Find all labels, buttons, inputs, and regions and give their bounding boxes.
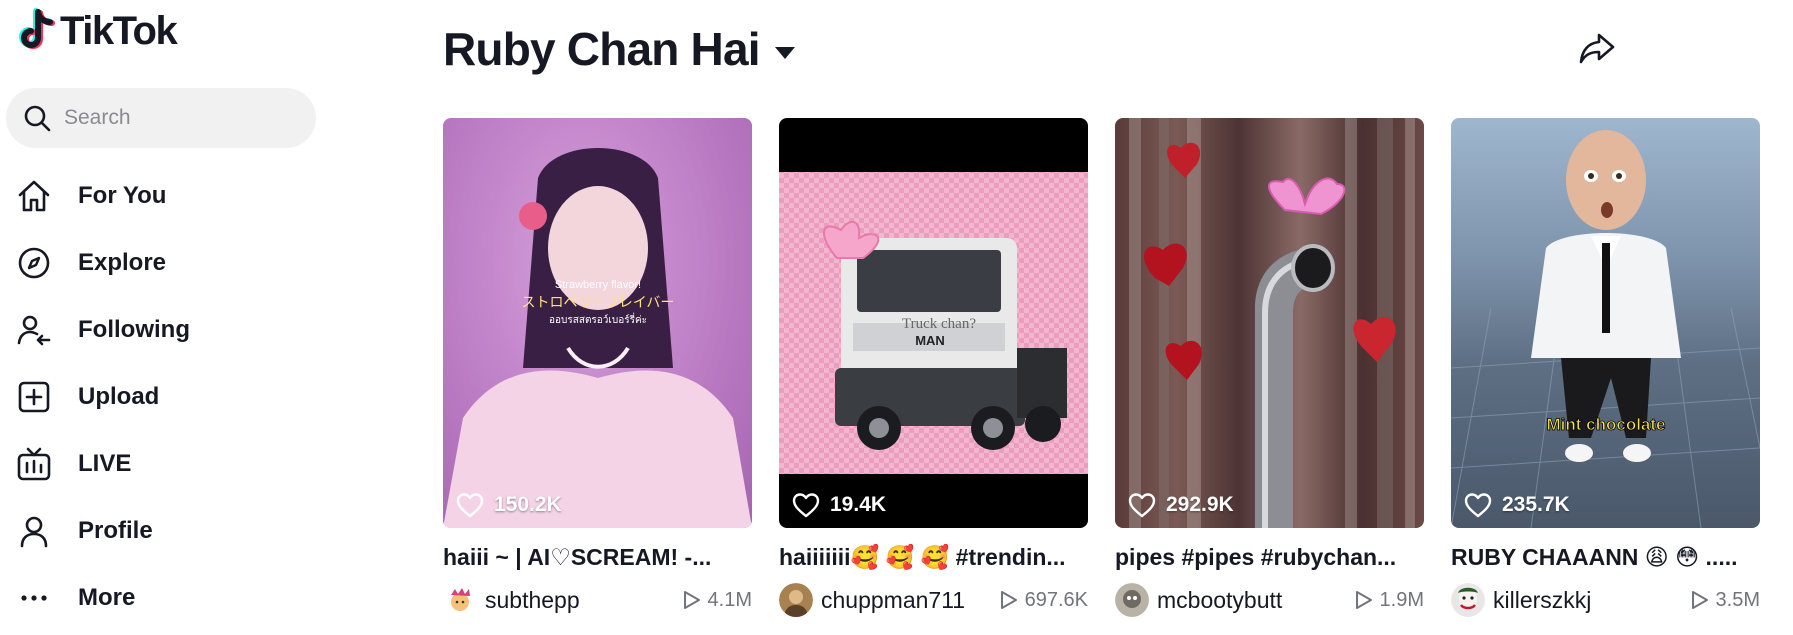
sidebar-item-more[interactable]: More bbox=[0, 564, 330, 631]
avatar bbox=[779, 583, 813, 617]
caret-down-icon bbox=[774, 47, 795, 59]
video-thumbnail[interactable]: Truck chan? MAN 19.4K bbox=[779, 118, 1088, 528]
search-bar[interactable] bbox=[6, 88, 316, 148]
heart-outline-icon bbox=[1464, 493, 1492, 518]
sidebar-item-explore[interactable]: Explore bbox=[0, 229, 330, 296]
heart-outline-icon bbox=[456, 493, 484, 518]
author-link[interactable]: mcbootybutt bbox=[1115, 583, 1282, 617]
likes-count: 19.4K bbox=[792, 492, 886, 518]
video-overlay-text: Truck chan? bbox=[902, 316, 976, 332]
sidebar-item-label: Following bbox=[78, 315, 190, 343]
search-icon bbox=[24, 105, 51, 132]
live-tv-icon bbox=[16, 446, 52, 482]
video-caption[interactable]: haiiiiiii🥰 🥰 🥰 #trendin... bbox=[779, 544, 1088, 571]
tiktok-logo[interactable]: TikTok bbox=[16, 8, 178, 54]
view-count: 1.9M bbox=[1354, 589, 1424, 612]
likes-count: 292.9K bbox=[1128, 492, 1234, 518]
play-outline-icon bbox=[1355, 591, 1372, 609]
more-dots-icon bbox=[16, 580, 52, 616]
video-caption[interactable]: haiii ~ | AI♡SCREAM! -... bbox=[443, 544, 752, 571]
home-icon bbox=[16, 178, 52, 214]
author-link[interactable]: subthepp bbox=[443, 583, 580, 617]
video-grid: Strawberry flavor! ストロベリーフレイバー ออบรสสตรอ… bbox=[443, 118, 1760, 617]
following-icon bbox=[16, 312, 52, 348]
sidebar-item-label: For You bbox=[78, 181, 167, 209]
video-meta: killerszkkj 3.5M bbox=[1451, 583, 1760, 617]
likes-count: 235.7K bbox=[1464, 492, 1570, 518]
likes-value: 292.9K bbox=[1166, 493, 1234, 516]
views-value: 4.1M bbox=[707, 588, 752, 611]
video-caption[interactable]: RUBY CHAAANN 😩 😳 ..... bbox=[1451, 544, 1760, 571]
author-name: chuppman711 bbox=[821, 586, 966, 613]
view-count: 4.1M bbox=[682, 589, 752, 612]
sidebar-item-profile[interactable]: Profile bbox=[0, 497, 330, 564]
video-thumbnail[interactable]: 292.9K bbox=[1115, 118, 1424, 528]
video-caption[interactable]: pipes #pipes #rubychan... bbox=[1115, 544, 1424, 571]
video-card[interactable]: 292.9K pipes #pipes #rubychan... mcbooty… bbox=[1115, 118, 1424, 617]
author-link[interactable]: killerszkkj bbox=[1451, 583, 1591, 617]
video-thumbnail[interactable]: Mint chocolate 235.7K bbox=[1451, 118, 1760, 528]
play-outline-icon bbox=[1691, 591, 1708, 609]
video-meta: mcbootybutt 1.9M bbox=[1115, 583, 1424, 617]
sidebar-item-label: Explore bbox=[78, 248, 167, 276]
avatar bbox=[1115, 583, 1149, 617]
sidebar: TikTok For You Explore Following bbox=[0, 0, 330, 635]
profile-icon bbox=[16, 513, 52, 549]
sidebar-item-for-you[interactable]: For You bbox=[0, 162, 330, 229]
thumbnail-image: Strawberry flavor! ストロベリーフレイバー ออบรสสตรอ… bbox=[443, 118, 752, 528]
thumbnail-image bbox=[1129, 118, 1415, 528]
video-meta: chuppman711 697.6K bbox=[779, 583, 1088, 617]
video-card[interactable]: Mint chocolate 235.7K RUBY CHAAANN 😩 😳 .… bbox=[1451, 118, 1760, 617]
tiktok-note-icon bbox=[19, 8, 55, 49]
video-overlay-text: Strawberry flavor! bbox=[555, 279, 641, 291]
heart-outline-icon bbox=[1128, 493, 1156, 518]
author-name: mcbootybutt bbox=[1157, 586, 1283, 613]
video-overlay-text: MAN bbox=[915, 333, 945, 348]
avatar bbox=[1451, 583, 1485, 617]
search-input[interactable] bbox=[64, 106, 284, 130]
views-value: 697.6K bbox=[1024, 588, 1088, 611]
sidebar-item-upload[interactable]: Upload bbox=[0, 363, 330, 430]
author-name: subthepp bbox=[485, 586, 580, 613]
views-value: 3.5M bbox=[1715, 588, 1760, 611]
page-title: Ruby Chan Hai bbox=[443, 23, 761, 75]
video-thumbnail[interactable]: Strawberry flavor! ストロベリーフレイバー ออบรสสตรอ… bbox=[443, 118, 752, 528]
avatar bbox=[443, 583, 477, 617]
play-outline-icon bbox=[1000, 591, 1017, 609]
thumbnail-image: Mint chocolate bbox=[1451, 130, 1760, 528]
video-overlay-text: ストロベリーフレイバー bbox=[522, 295, 675, 311]
sidebar-nav: For You Explore Following Upload LIVE Pr… bbox=[0, 162, 330, 631]
compass-icon bbox=[16, 245, 52, 281]
likes-value: 19.4K bbox=[830, 493, 887, 516]
video-meta: subthepp 4.1M bbox=[443, 583, 752, 617]
upload-icon bbox=[16, 379, 52, 415]
video-card[interactable]: Truck chan? MAN 19.4K haiiiiiii🥰 🥰 🥰 #tr… bbox=[779, 118, 1088, 617]
author-name: killerszkkj bbox=[1493, 586, 1592, 613]
playlist-title-dropdown[interactable]: Ruby Chan Hai bbox=[443, 22, 796, 76]
view-count: 3.5M bbox=[1690, 589, 1760, 612]
sidebar-item-live[interactable]: LIVE bbox=[0, 430, 330, 497]
sidebar-item-following[interactable]: Following bbox=[0, 296, 330, 363]
logo-wordmark: TikTok bbox=[60, 9, 178, 53]
heart-outline-icon bbox=[792, 493, 820, 518]
video-overlay-text: Mint chocolate bbox=[1546, 415, 1665, 434]
play-outline-icon bbox=[683, 591, 700, 609]
views-value: 1.9M bbox=[1379, 588, 1424, 611]
likes-value: 235.7K bbox=[1502, 493, 1570, 516]
thumbnail-image: Truck chan? MAN bbox=[779, 172, 1088, 474]
sidebar-item-label: Profile bbox=[78, 516, 153, 544]
likes-value: 150.2K bbox=[494, 493, 562, 516]
sidebar-item-label: LIVE bbox=[78, 449, 132, 477]
video-card[interactable]: Strawberry flavor! ストロベリーフレイバー ออบรสสตรอ… bbox=[443, 118, 752, 617]
view-count: 697.6K bbox=[999, 589, 1088, 612]
author-link[interactable]: chuppman711 bbox=[779, 583, 965, 617]
likes-count: 150.2K bbox=[456, 492, 562, 518]
video-overlay-text: ออบรสสตรอว์เบอร์รี่ค่ะ bbox=[549, 312, 647, 326]
sidebar-item-label: More bbox=[78, 583, 136, 611]
sidebar-item-label: Upload bbox=[78, 382, 160, 410]
share-arrow-icon[interactable] bbox=[1577, 28, 1617, 68]
main-content: Ruby Chan Hai Strawberry flavor! ストロベリーフ… bbox=[443, 0, 1773, 635]
